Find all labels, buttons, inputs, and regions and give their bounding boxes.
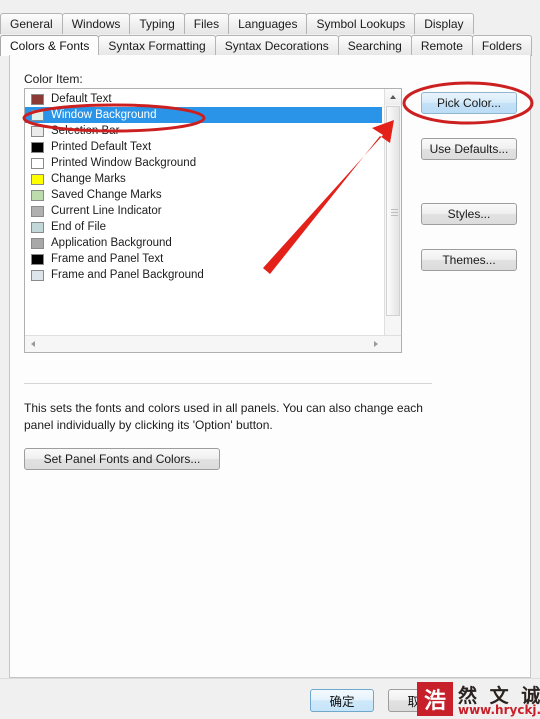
color-swatch [31, 157, 44, 169]
color-swatch [31, 269, 44, 281]
styles-button[interactable]: Styles... [421, 203, 517, 225]
description-text: This sets the fonts and colors used in a… [24, 401, 423, 432]
color-swatch [31, 141, 44, 153]
list-item[interactable]: Frame and Panel Text [25, 251, 382, 267]
tab-display[interactable]: Display [414, 13, 474, 34]
tab-syntax-decorations[interactable]: Syntax Decorations [214, 35, 339, 56]
ok-button[interactable]: 确定 [310, 689, 374, 712]
scroll-left-arrow-icon[interactable] [25, 336, 41, 352]
list-item[interactable]: Window Background [25, 107, 382, 123]
list-item-label: Selection Bar [51, 125, 120, 137]
footer-divider [0, 678, 540, 679]
list-item-label: End of File [51, 221, 106, 233]
horizontal-scrollbar[interactable] [25, 335, 401, 352]
divider [24, 383, 432, 384]
tab-windows[interactable]: Windows [61, 13, 131, 34]
tab-searching[interactable]: Searching [337, 35, 412, 56]
scrollbar-grip-icon [391, 209, 398, 218]
options-dialog: General Windows Typing Files Languages Symbol… [0, 0, 540, 719]
use-defaults-button[interactable]: Use Defaults... [421, 138, 517, 160]
list-item-label: Saved Change Marks [51, 189, 162, 201]
tab-typing[interactable]: Typing [129, 13, 185, 34]
list-item-label: Default Text [51, 93, 112, 105]
color-swatch [31, 173, 44, 185]
list-item-label: Printed Default Text [51, 141, 152, 153]
tab-syntax-formatting[interactable]: Syntax Formatting [98, 35, 216, 56]
tab-strip: General Windows Typing Files Languages Symbol… [0, 0, 540, 56]
tab-folders[interactable]: Folders [471, 35, 532, 56]
themes-button[interactable]: Themes... [421, 249, 517, 271]
list-item[interactable]: Printed Window Background [25, 155, 382, 171]
watermark: 浩 然 文 诚 www.hryckj.cn [417, 681, 540, 719]
color-swatch [31, 93, 44, 105]
color-swatch [31, 109, 44, 121]
vertical-scrollbar[interactable] [384, 89, 401, 352]
color-item-label: Color Item: [24, 72, 83, 86]
list-item[interactable]: Application Background [25, 235, 382, 251]
list-item-label: Frame and Panel Background [51, 269, 204, 281]
vertical-scrollbar-thumb[interactable] [386, 106, 400, 316]
color-item-list: Default Text Window Background Selection B… [25, 91, 382, 283]
color-swatch [31, 189, 44, 201]
tab-languages[interactable]: Languages [228, 13, 308, 34]
list-item-label: Application Background [51, 237, 172, 249]
tab-remote[interactable]: Remote [410, 35, 473, 56]
list-item-label: Change Marks [51, 173, 126, 185]
color-swatch [31, 125, 44, 137]
scroll-right-arrow-icon[interactable] [368, 336, 384, 352]
color-swatch [31, 221, 44, 233]
tab-row-primary: General Windows Typing Files Languages Symbol… [0, 13, 474, 35]
tab-colors-fonts[interactable]: Colors & Fonts [0, 35, 100, 56]
list-item[interactable]: Selection Bar [25, 123, 382, 139]
list-item[interactable]: Current Line Indicator [25, 203, 382, 219]
list-item[interactable]: Printed Default Text [25, 139, 382, 155]
list-item-label: Current Line Indicator [51, 205, 162, 217]
list-item[interactable]: Change Marks [25, 171, 382, 187]
list-item-label: Frame and Panel Text [51, 253, 164, 265]
scroll-up-arrow-icon[interactable] [385, 89, 401, 105]
color-swatch [31, 237, 44, 249]
watermark-seal-icon: 浩 [417, 682, 453, 716]
set-panel-fonts-and-colors-button[interactable]: Set Panel Fonts and Colors... [24, 448, 220, 470]
list-item-label: Window Background [51, 109, 157, 121]
color-swatch [31, 205, 44, 217]
color-swatch [31, 253, 44, 265]
watermark-url-text: www.hryckj.cn [458, 703, 540, 717]
pick-color-button[interactable]: Pick Color... [421, 92, 517, 114]
list-item[interactable]: Saved Change Marks [25, 187, 382, 203]
tab-general[interactable]: General [0, 13, 63, 34]
tab-files[interactable]: Files [183, 13, 230, 34]
list-item-label: Printed Window Background [51, 157, 197, 169]
list-item[interactable]: Frame and Panel Background [25, 267, 382, 283]
list-item[interactable]: End of File [25, 219, 382, 235]
tab-row-secondary: Colors & Fonts Syntax Formatting Syntax De… [0, 35, 532, 57]
list-item[interactable]: Default Text [25, 91, 382, 107]
color-item-listbox[interactable]: Default Text Window Background Selection B… [24, 88, 402, 353]
tab-symbol-lookups[interactable]: Symbol Lookups [306, 13, 416, 34]
